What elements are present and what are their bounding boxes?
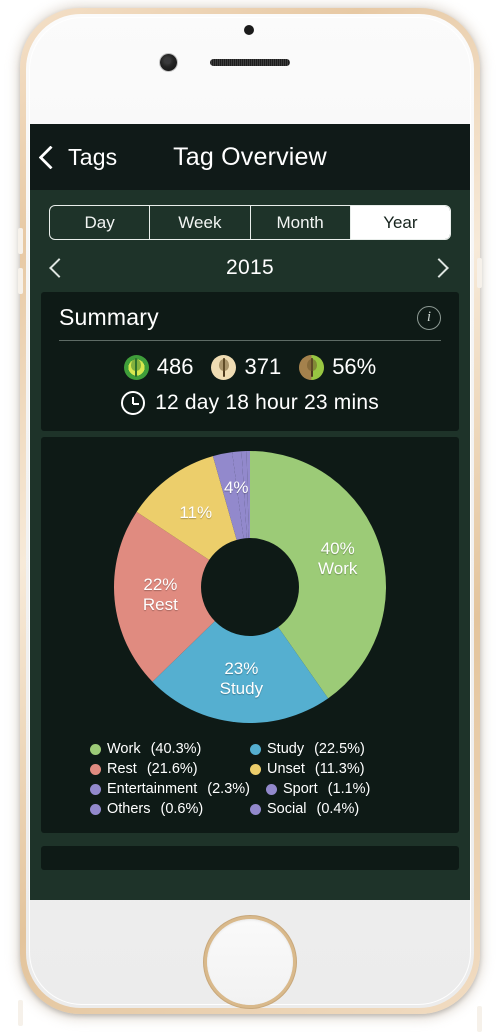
earpiece-speaker-icon [210, 59, 290, 66]
volume-up-button[interactable] [18, 228, 23, 254]
home-button[interactable] [204, 916, 296, 1008]
segment-day[interactable]: Day [50, 206, 151, 239]
legend-color-swatch [266, 783, 277, 795]
legend-percent: (21.6%) [146, 761, 198, 777]
phone-screen: Tags Tag Overview Day Week Month Year 20… [30, 124, 470, 900]
side-accent-left [18, 1000, 23, 1026]
period-navigator: 2015 [42, 250, 458, 286]
stat-success-rate-value: 56% [332, 354, 377, 379]
legend-color-swatch [90, 803, 101, 815]
tree-split-icon [299, 354, 325, 380]
stat-trees-dead: 371 [211, 354, 281, 380]
summary-total-time: 12 day 18 hour 23 mins [59, 391, 441, 415]
legend-percent: (0.6%) [160, 801, 204, 817]
volume-down-button[interactable] [18, 268, 23, 294]
chart-legend: Work (40.3%) Study (22.5%) Rest (21.6%) … [90, 741, 410, 817]
back-button[interactable]: Tags [38, 144, 117, 171]
next-period-button[interactable] [424, 251, 458, 285]
legend-item-unset[interactable]: Unset (11.3%) [250, 761, 410, 777]
tag-distribution-card: 40% Work 23% Study 22% Rest 11% 4% Work (40… [41, 437, 459, 833]
back-button-label: Tags [68, 143, 118, 170]
tree-glyph [306, 357, 317, 377]
legend-label: Unset [267, 761, 305, 777]
proximity-sensor-icon [244, 25, 254, 35]
legend-label: Work [107, 741, 141, 757]
legend-item-others[interactable]: Others (0.6%) [90, 801, 250, 817]
segment-week[interactable]: Week [150, 206, 251, 239]
legend-item-study[interactable]: Study (22.5%) [250, 741, 410, 757]
legend-percent: (22.5%) [314, 741, 365, 757]
legend-item-social[interactable]: Social (0.4%) [250, 801, 410, 817]
legend-color-swatch [90, 763, 101, 775]
legend-item-sport[interactable]: Sport (1.1%) [250, 781, 410, 797]
navigation-bar: Tags Tag Overview [30, 124, 470, 190]
summary-total-time-value: 12 day 18 hour 23 mins [155, 391, 379, 414]
stat-trees-dead-value: 371 [244, 354, 282, 379]
donut-center-hole [201, 538, 299, 636]
stat-trees-alive-value: 486 [156, 354, 194, 379]
legend-label: Others [107, 801, 151, 817]
legend-percent: (40.3%) [150, 741, 202, 757]
legend-color-swatch [250, 803, 261, 815]
legend-percent: (1.1%) [327, 781, 371, 797]
segment-year[interactable]: Year [350, 206, 450, 239]
legend-item-entertainment[interactable]: Entertainment (2.3%) [90, 781, 250, 797]
previous-period-button[interactable] [42, 251, 76, 285]
legend-percent: (2.3%) [207, 781, 250, 797]
legend-item-rest[interactable]: Rest (21.6%) [90, 761, 250, 777]
info-icon[interactable]: i [417, 305, 441, 330]
summary-stats: 486 371 56% [59, 354, 441, 380]
legend-color-swatch [250, 743, 261, 755]
summary-title: Summary [59, 304, 159, 330]
clock-icon [121, 391, 146, 415]
period-segmented-control[interactable]: Day Week Month Year [49, 205, 451, 240]
legend-label: Study [267, 741, 305, 757]
segment-month[interactable]: Month [251, 206, 351, 239]
legend-label: Sport [283, 781, 318, 797]
tree-glyph [131, 357, 142, 377]
chevron-right-icon [429, 258, 449, 278]
summary-header: Summary i [59, 304, 441, 341]
front-camera-icon [160, 54, 177, 71]
legend-color-swatch [250, 763, 261, 775]
donut-chart[interactable]: 40% Work 23% Study 22% Rest 11% 4% [114, 451, 386, 723]
tree-alive-icon [123, 354, 149, 380]
legend-color-swatch [90, 783, 101, 795]
donut-chart-area: 40% Work 23% Study 22% Rest 11% 4% [41, 451, 459, 723]
legend-percent: (0.4%) [316, 801, 360, 817]
tree-dead-icon [211, 354, 237, 380]
period-label: 2015 [226, 256, 274, 279]
legend-color-swatch [90, 743, 101, 755]
legend-label: Entertainment [107, 781, 198, 797]
chevron-left-icon [49, 258, 69, 278]
power-button[interactable] [477, 258, 482, 288]
legend-label: Rest [107, 761, 137, 777]
phone-mockup: Tags Tag Overview Day Week Month Year 20… [0, 0, 500, 1032]
tree-glyph [218, 357, 229, 377]
legend-label: Social [267, 801, 307, 817]
stat-success-rate: 56% [299, 354, 376, 380]
stat-trees-alive: 486 [123, 354, 194, 380]
legend-item-work[interactable]: Work (40.3%) [90, 741, 250, 757]
legend-percent: (11.3%) [314, 761, 365, 777]
summary-card: Summary i 486 371 56% 12 day 18 hour 23 … [41, 292, 459, 431]
side-accent-right [477, 1006, 482, 1032]
next-card-partial [41, 846, 459, 870]
chevron-left-icon [38, 144, 63, 170]
